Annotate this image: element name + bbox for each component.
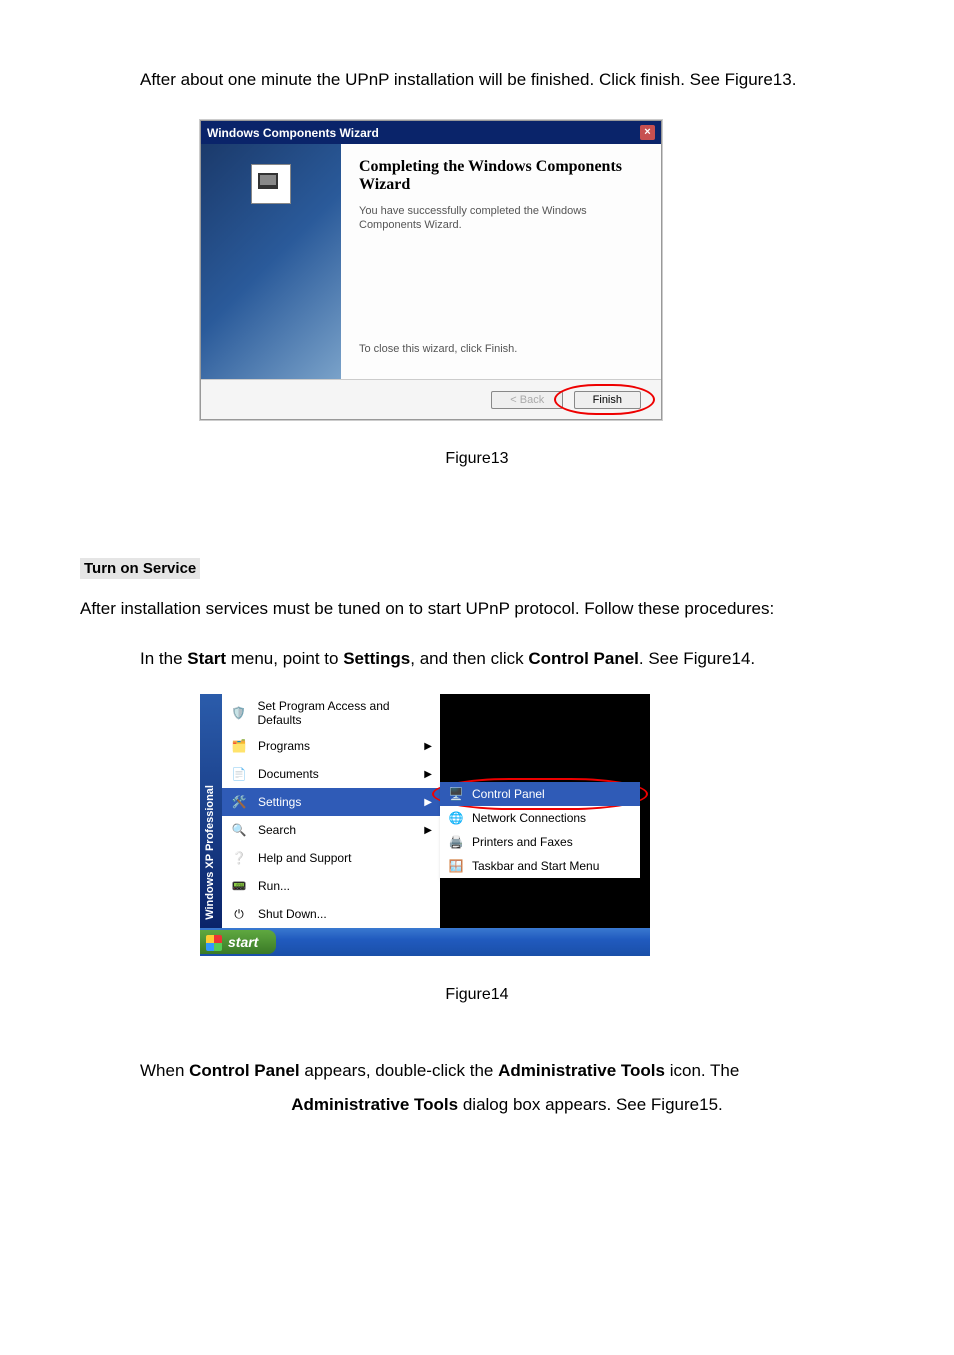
printers-icon: 🖨️ (448, 834, 464, 850)
menu-item-run[interactable]: 📟 Run... (222, 872, 440, 900)
step2-text: When Control Panel appears, double-click… (140, 1054, 874, 1122)
back-button: < Back (491, 391, 563, 409)
figure13-caption: Figure13 (80, 450, 874, 468)
help-icon: ❔ (230, 849, 248, 867)
menu-item-shutdown[interactable]: ⏻ Shut Down... (222, 900, 440, 928)
submenu-item-printers[interactable]: 🖨️ Printers and Faxes (440, 830, 640, 854)
defaults-icon: 🛡️ (230, 704, 248, 722)
turn-on-service-heading: Turn on Service (80, 558, 200, 579)
intro-text: After about one minute the UPnP installa… (80, 0, 874, 90)
submenu-item-network[interactable]: 🌐 Network Connections (440, 806, 640, 830)
step1-text: In the Start menu, point to Settings, an… (140, 649, 874, 669)
settings-submenu: 🖥️ Control Panel 🌐 Network Connections 🖨… (440, 782, 640, 878)
menu-item-search[interactable]: 🔍 Search▶ (222, 816, 440, 844)
wizard-close-hint: To close this wizard, click Finish. (359, 343, 641, 355)
close-icon[interactable]: × (640, 125, 655, 140)
taskbar: start (200, 928, 650, 956)
menu-item-defaults[interactable]: 🛡️ Set Program Access and Defaults (222, 694, 440, 732)
menu-item-settings[interactable]: 🛠️ Settings▶ (222, 788, 440, 816)
wizard-heading: Completing the Windows Components Wizard (359, 158, 641, 194)
figure-13-wizard: Windows Components Wizard × Completing t… (200, 120, 662, 420)
finish-highlight: Finish (568, 390, 641, 409)
wizard-sidebar-graphic (201, 144, 341, 379)
finish-button[interactable]: Finish (574, 391, 641, 409)
taskbar-icon: 🪟 (448, 858, 464, 874)
wizard-sidebar-icon (251, 164, 291, 204)
search-icon: 🔍 (230, 821, 248, 839)
wizard-titlebar: Windows Components Wizard × (201, 121, 661, 144)
submenu-item-control-panel[interactable]: 🖥️ Control Panel (440, 782, 640, 806)
network-icon: 🌐 (448, 810, 464, 826)
control-panel-icon: 🖥️ (448, 786, 464, 802)
menu-item-documents[interactable]: 📄 Documents▶ (222, 760, 440, 788)
os-vertical-label: Windows XP Professional (200, 694, 222, 928)
wizard-subtext: You have successfully completed the Wind… (359, 204, 641, 233)
settings-icon: 🛠️ (230, 793, 248, 811)
menu-item-programs[interactable]: 🗂️ Programs▶ (222, 732, 440, 760)
shutdown-icon: ⏻ (230, 905, 248, 923)
submenu-item-taskbar[interactable]: 🪟 Taskbar and Start Menu (440, 854, 640, 878)
documents-icon: 📄 (230, 765, 248, 783)
start-button[interactable]: start (200, 930, 276, 954)
figure14-caption: Figure14 (80, 986, 874, 1004)
programs-icon: 🗂️ (230, 737, 248, 755)
wizard-title: Windows Components Wizard (207, 126, 379, 140)
after-install-text: After installation services must be tune… (80, 599, 874, 619)
menu-item-help[interactable]: ❔ Help and Support (222, 844, 440, 872)
run-icon: 📟 (230, 877, 248, 895)
figure-14-startmenu: Windows XP Professional 🛡️ Set Program A… (200, 694, 650, 956)
